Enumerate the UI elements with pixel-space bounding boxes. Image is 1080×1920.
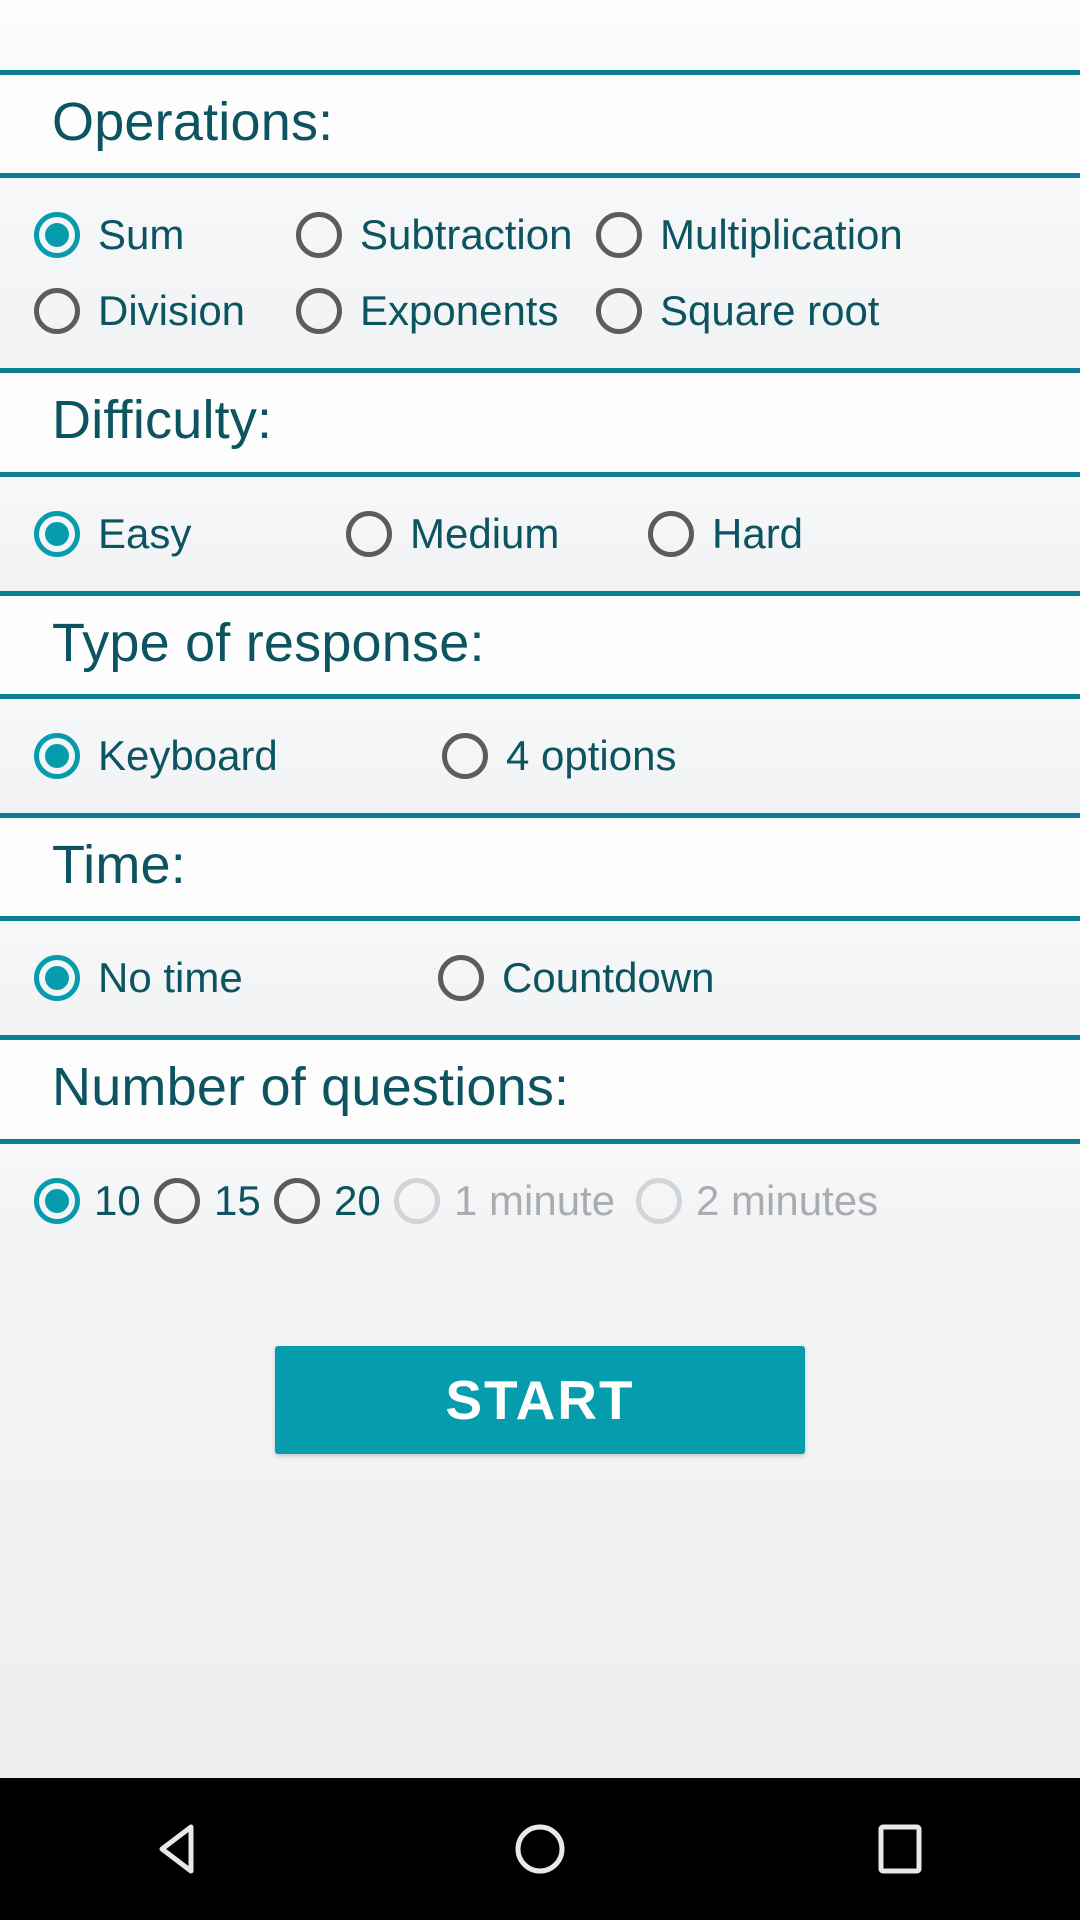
circle-home-icon bbox=[509, 1818, 571, 1880]
nav-recents-button[interactable] bbox=[825, 1778, 975, 1920]
option-label-medium: Medium bbox=[410, 509, 560, 557]
app-screen: Operations: Sum Subtraction Multiplicati… bbox=[0, 0, 1080, 1920]
section-header-operations: Operations: bbox=[0, 70, 1080, 179]
option-multiplication[interactable]: Multiplication bbox=[596, 211, 903, 259]
triangle-back-icon bbox=[149, 1818, 211, 1880]
option-easy[interactable]: Easy bbox=[34, 509, 346, 557]
radio-4-options-icon[interactable] bbox=[442, 732, 488, 779]
section-header-time: Time: bbox=[0, 812, 1080, 922]
radio-square-root-icon[interactable] bbox=[596, 288, 642, 335]
option-subtraction[interactable]: Subtraction bbox=[296, 211, 596, 259]
option-medium[interactable]: Medium bbox=[346, 509, 648, 557]
start-button[interactable]: START bbox=[275, 1345, 805, 1454]
radio-medium-icon[interactable] bbox=[346, 510, 392, 557]
option-group-time: No time Countdown bbox=[0, 921, 1080, 1036]
radio-1-minute-icon bbox=[394, 1177, 440, 1224]
option-division[interactable]: Division bbox=[34, 287, 296, 335]
section-title-operations: Operations: bbox=[52, 92, 334, 152]
settings-content: Operations: Sum Subtraction Multiplicati… bbox=[0, 70, 1080, 1778]
radio-sum-icon[interactable] bbox=[34, 212, 80, 259]
nav-back-button[interactable] bbox=[105, 1778, 255, 1920]
option-hard[interactable]: Hard bbox=[648, 509, 804, 557]
option-2-minutes: 2 minutes bbox=[636, 1176, 879, 1224]
operations-row-1: Sum Subtraction Multiplication bbox=[0, 211, 1080, 259]
radio-subtraction-icon[interactable] bbox=[296, 212, 342, 259]
option-no-time[interactable]: No time bbox=[34, 954, 438, 1002]
section-header-type-of-response: Type of response: bbox=[0, 590, 1080, 699]
option-label-square-root: Square root bbox=[660, 287, 880, 335]
radio-10-questions-icon[interactable] bbox=[34, 1177, 80, 1224]
radio-multiplication-icon[interactable] bbox=[596, 212, 642, 259]
square-recents-icon bbox=[869, 1818, 931, 1880]
option-group-type-of-response: Keyboard 4 options bbox=[0, 698, 1080, 813]
number-of-questions-row-1: 10 15 20 1 minute 2 minutes bbox=[0, 1176, 1080, 1224]
radio-division-icon[interactable] bbox=[34, 288, 80, 335]
option-exponents[interactable]: Exponents bbox=[296, 287, 596, 335]
radio-20-questions-icon[interactable] bbox=[274, 1177, 320, 1224]
option-square-root[interactable]: Square root bbox=[596, 287, 880, 335]
option-label-20-questions: 20 bbox=[334, 1176, 381, 1224]
option-label-subtraction: Subtraction bbox=[360, 211, 573, 259]
option-10-questions[interactable]: 10 bbox=[34, 1176, 154, 1224]
radio-countdown-icon[interactable] bbox=[438, 955, 484, 1002]
radio-2-minutes-icon bbox=[636, 1177, 682, 1224]
nav-home-button[interactable] bbox=[465, 1778, 615, 1920]
radio-no-time-icon[interactable] bbox=[34, 955, 80, 1002]
operations-row-2: Division Exponents Square root bbox=[0, 287, 1080, 335]
option-label-keyboard: Keyboard bbox=[98, 731, 278, 779]
option-15-questions[interactable]: 15 bbox=[154, 1176, 274, 1224]
option-label-countdown: Countdown bbox=[502, 954, 715, 1002]
android-navigation-bar bbox=[0, 1778, 1080, 1920]
radio-exponents-icon[interactable] bbox=[296, 288, 342, 335]
option-label-10-questions: 10 bbox=[94, 1176, 141, 1224]
option-label-2-minutes: 2 minutes bbox=[696, 1176, 879, 1224]
option-4-options[interactable]: 4 options bbox=[442, 731, 677, 779]
radio-15-questions-icon[interactable] bbox=[154, 1177, 200, 1224]
radio-hard-icon[interactable] bbox=[648, 510, 694, 557]
option-label-multiplication: Multiplication bbox=[660, 211, 903, 259]
time-row-1: No time Countdown bbox=[0, 954, 1080, 1002]
option-label-easy: Easy bbox=[98, 509, 192, 557]
radio-easy-icon[interactable] bbox=[34, 510, 80, 557]
option-group-operations: Sum Subtraction Multiplication Division bbox=[0, 178, 1080, 369]
option-group-number-of-questions: 10 15 20 1 minute 2 minutes bbox=[0, 1143, 1080, 1258]
section-header-number-of-questions: Number of questions: bbox=[0, 1035, 1080, 1144]
option-group-difficulty: Easy Medium Hard bbox=[0, 476, 1080, 591]
type-of-response-row-1: Keyboard 4 options bbox=[0, 731, 1080, 779]
option-label-division: Division bbox=[98, 287, 246, 335]
section-title-number-of-questions: Number of questions: bbox=[52, 1057, 570, 1118]
option-1-minute: 1 minute bbox=[394, 1176, 636, 1224]
section-title-time: Time: bbox=[52, 834, 186, 895]
option-label-1-minute: 1 minute bbox=[454, 1176, 616, 1224]
section-title-type-of-response: Type of response: bbox=[52, 612, 485, 673]
option-20-questions[interactable]: 20 bbox=[274, 1176, 394, 1224]
start-button-area: START bbox=[0, 1257, 1080, 1778]
option-countdown[interactable]: Countdown bbox=[438, 954, 715, 1002]
section-title-difficulty: Difficulty: bbox=[52, 390, 273, 451]
radio-keyboard-icon[interactable] bbox=[34, 732, 80, 779]
option-keyboard[interactable]: Keyboard bbox=[34, 731, 442, 779]
option-label-exponents: Exponents bbox=[360, 287, 559, 335]
top-blank-strip bbox=[0, 0, 1080, 70]
option-label-no-time: No time bbox=[98, 954, 243, 1002]
option-label-4-options: 4 options bbox=[506, 731, 677, 779]
option-sum[interactable]: Sum bbox=[34, 211, 296, 259]
option-label-15-questions: 15 bbox=[214, 1176, 261, 1224]
section-header-difficulty: Difficulty: bbox=[0, 368, 1080, 477]
difficulty-row-1: Easy Medium Hard bbox=[0, 509, 1080, 557]
option-label-sum: Sum bbox=[98, 211, 185, 259]
option-label-hard: Hard bbox=[712, 509, 804, 557]
